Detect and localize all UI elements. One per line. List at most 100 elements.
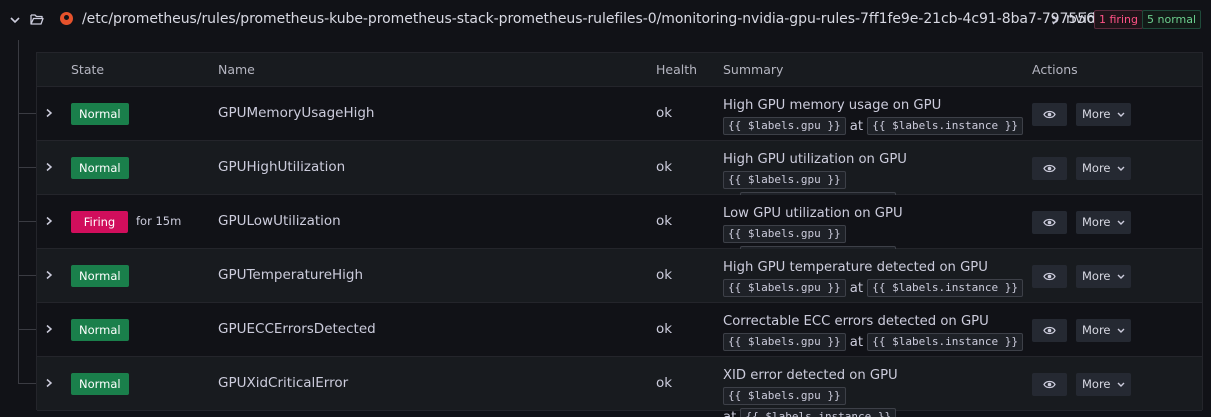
rule-health: ok: [656, 159, 673, 175]
state-badge: Normal: [71, 373, 129, 395]
summary-at: at: [849, 119, 864, 134]
tree-connector: [18, 221, 36, 222]
chevron-down-icon[interactable]: [9, 14, 21, 26]
tree-line: [18, 40, 19, 383]
chevron-down-icon: [1117, 112, 1125, 117]
more-actions-button[interactable]: More: [1076, 265, 1131, 288]
tree-connector: [18, 383, 36, 384]
label-code-instance: {{ $labels.instance }}: [867, 279, 1023, 297]
state-badge: Firing: [71, 211, 128, 233]
summary-at: at: [723, 410, 736, 417]
more-actions-button[interactable]: More: [1076, 211, 1131, 234]
prometheus-icon: [60, 12, 73, 25]
column-header-summary: Summary: [723, 62, 784, 77]
rule-name: GPUECCErrorsDetected: [218, 321, 376, 337]
chevron-down-icon: [1117, 274, 1125, 279]
rule-health: ok: [656, 267, 673, 283]
state-badge: Normal: [71, 103, 129, 125]
column-header-state: State: [71, 62, 105, 77]
more-actions-button[interactable]: More: [1076, 319, 1131, 342]
chevron-down-icon: [1117, 328, 1125, 333]
chevron-right-icon[interactable]: [45, 162, 53, 172]
chevron-down-icon: [1117, 166, 1125, 171]
chevron-down-icon: [1117, 382, 1125, 387]
eye-icon: [1043, 326, 1056, 335]
chevron-right-icon[interactable]: [45, 270, 53, 280]
table-row[interactable]: Normal GPUHighUtilization ok High GPU utili…: [37, 141, 1202, 210]
rule-name: GPUXidCriticalError: [218, 375, 349, 391]
chevron-right-icon[interactable]: [45, 108, 53, 118]
summary-text: High GPU temperature detected on GPU: [723, 260, 988, 275]
table-row[interactable]: Firing for 15m GPULowUtilization ok Low GPU …: [37, 195, 1202, 264]
rule-summary: High GPU memory usage on GPU {{ $labels.g…: [723, 95, 1023, 137]
eye-icon: [1043, 272, 1056, 281]
more-label: More: [1082, 269, 1111, 283]
tree-connector: [18, 275, 36, 276]
eye-icon: [1043, 218, 1056, 227]
more-label: More: [1082, 377, 1111, 391]
view-rule-button[interactable]: [1032, 319, 1067, 342]
column-header-name: Name: [218, 62, 255, 77]
rule-summary: XID error detected on GPU {{ $labels.gpu…: [723, 365, 1023, 417]
label-code-gpu: {{ $labels.gpu }}: [723, 171, 846, 189]
rule-file-header: /etc/prometheus/rules/prometheus-kube-pr…: [0, 0, 1211, 40]
rules-table: State Name Health Summary Actions Normal…: [36, 52, 1203, 417]
view-rule-button[interactable]: [1032, 211, 1067, 234]
view-rule-button[interactable]: [1032, 265, 1067, 288]
summary-text: Low GPU utilization on GPU: [723, 206, 903, 221]
eye-icon: [1043, 164, 1056, 173]
more-actions-button[interactable]: More: [1076, 103, 1131, 126]
label-code-gpu: {{ $labels.gpu }}: [723, 279, 846, 297]
summary-text: High GPU memory usage on GPU: [723, 98, 942, 113]
more-actions-button[interactable]: More: [1076, 373, 1131, 396]
rule-health: ok: [656, 105, 673, 121]
label-code-gpu: {{ $labels.gpu }}: [723, 333, 846, 351]
rule-summary: High GPU temperature detected on GPU {{ $…: [723, 257, 1023, 299]
label-code-instance: {{ $labels.instance }}: [867, 117, 1023, 135]
more-label: More: [1082, 323, 1111, 337]
more-actions-button[interactable]: More: [1076, 157, 1131, 180]
label-code-instance: {{ $labels.instance }}: [740, 408, 897, 417]
rule-file-path: /etc/prometheus/rules/prometheus-kube-pr…: [82, 11, 1182, 27]
chevron-right-icon[interactable]: [45, 216, 53, 226]
tree-connector: [18, 167, 36, 168]
chevron-down-icon: [1117, 220, 1125, 225]
table-row[interactable]: Normal GPUXidCriticalError ok XID error det…: [37, 357, 1202, 417]
table-row[interactable]: Normal GPUTemperatureHigh ok High GPU tempe…: [37, 249, 1202, 303]
state-duration: for 15m: [136, 214, 182, 228]
summary-text: Correctable ECC errors detected on GPU: [723, 314, 989, 329]
view-rule-button[interactable]: [1032, 373, 1067, 396]
rule-group-name: nvidia: [1066, 11, 1094, 27]
normal-count-badge: 5 normal: [1142, 10, 1202, 29]
chevron-right-icon[interactable]: [45, 378, 53, 388]
column-header-actions: Actions: [1032, 62, 1078, 77]
more-label: More: [1082, 215, 1111, 229]
firing-count-badge: 1 firing: [1094, 10, 1143, 29]
view-rule-button[interactable]: [1032, 157, 1067, 180]
table-row[interactable]: Normal GPUMemoryUsageHigh ok High GPU memor…: [37, 87, 1202, 141]
rule-health: ok: [656, 375, 673, 391]
label-code-gpu: {{ $labels.gpu }}: [723, 387, 846, 405]
label-code-gpu: {{ $labels.gpu }}: [723, 117, 846, 135]
more-label: More: [1082, 161, 1111, 175]
eye-icon: [1043, 110, 1056, 119]
table-row[interactable]: Normal GPUECCErrorsDetected ok Correctable …: [37, 303, 1202, 357]
rule-summary: Correctable ECC errors detected on GPU {{…: [723, 311, 1023, 353]
summary-at: at: [849, 335, 864, 350]
view-rule-button[interactable]: [1032, 103, 1067, 126]
state-badge: Normal: [71, 265, 129, 287]
rule-health: ok: [656, 321, 673, 337]
tree-connector: [18, 113, 36, 114]
rule-name: GPUHighUtilization: [218, 159, 346, 175]
label-code-instance: {{ $labels.instance }}: [867, 333, 1023, 351]
state-badge: Normal: [71, 319, 129, 341]
column-header-health: Health: [656, 62, 698, 77]
rule-name: GPUTemperatureHigh: [218, 267, 364, 283]
tree-connector: [18, 329, 36, 330]
state-badge: Normal: [71, 157, 129, 179]
folder-open-icon: [30, 14, 44, 25]
rule-name: GPUMemoryUsageHigh: [218, 105, 375, 121]
eye-icon: [1043, 380, 1056, 389]
chevron-right-icon[interactable]: [45, 324, 53, 334]
summary-text: XID error detected on GPU: [723, 368, 898, 383]
